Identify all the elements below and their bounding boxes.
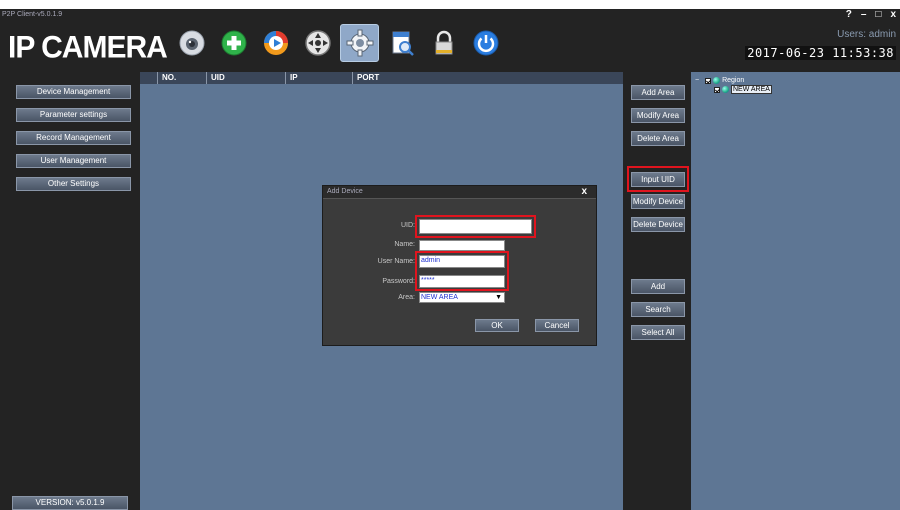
file-search-icon bbox=[392, 31, 414, 56]
uid-highlight bbox=[415, 215, 536, 238]
app-logo: IP CAMERA bbox=[8, 30, 168, 65]
area-select-value: NEW AREA bbox=[421, 294, 458, 301]
ok-button[interactable]: OK bbox=[475, 319, 519, 332]
sidebar: Device Management Parameter settings Rec… bbox=[0, 72, 140, 510]
playback-button[interactable] bbox=[256, 24, 295, 62]
uid-label: UID: bbox=[401, 222, 415, 229]
current-user-label: Users: admin bbox=[837, 29, 896, 40]
new-area-checkbox[interactable] bbox=[714, 86, 720, 93]
sidebar-item-device-management[interactable]: Device Management bbox=[16, 85, 131, 99]
name-field[interactable] bbox=[419, 240, 505, 251]
title-bar: P2P Client-v5.0.1.9 ? – □ x bbox=[0, 9, 900, 23]
camera-button[interactable] bbox=[172, 24, 211, 62]
area-select[interactable]: NEW AREA ▼ bbox=[419, 292, 505, 303]
playback-icon bbox=[263, 31, 288, 55]
power-button[interactable] bbox=[466, 24, 505, 62]
tree-node-region[interactable]: − Region bbox=[695, 77, 744, 84]
collapse-icon[interactable]: − bbox=[695, 77, 699, 84]
name-label: Name: bbox=[394, 241, 415, 248]
password-label: Password: bbox=[382, 278, 415, 285]
dialog-close-icon[interactable]: x bbox=[581, 186, 587, 197]
power-icon bbox=[473, 30, 498, 56]
region-label: Region bbox=[722, 77, 745, 84]
delete-area-button[interactable]: Delete Area bbox=[631, 131, 685, 146]
version-label: VERSION: v5.0.1.9 bbox=[12, 496, 128, 510]
add-device-icon bbox=[221, 30, 246, 56]
area-label: Area: bbox=[398, 294, 415, 301]
column-uid[interactable]: UID bbox=[206, 72, 285, 84]
region-checkbox[interactable] bbox=[705, 77, 712, 84]
sidebar-item-parameter-settings[interactable]: Parameter settings bbox=[16, 108, 131, 122]
cancel-button[interactable]: Cancel bbox=[535, 319, 579, 332]
region-tree[interactable]: − Region NEW AREA bbox=[691, 72, 900, 510]
sidebar-item-user-management[interactable]: User Management bbox=[16, 154, 131, 168]
globe-icon bbox=[722, 86, 729, 93]
file-search-button[interactable] bbox=[382, 24, 421, 62]
sidebar-item-other-settings[interactable]: Other Settings bbox=[16, 177, 131, 191]
globe-icon bbox=[713, 77, 721, 84]
settings-button[interactable] bbox=[340, 24, 379, 62]
search-button[interactable]: Search bbox=[631, 302, 685, 317]
settings-gear-icon bbox=[346, 29, 373, 57]
delete-device-button[interactable]: Delete Device bbox=[631, 217, 685, 232]
lock-button[interactable] bbox=[424, 24, 463, 62]
maximize-button[interactable]: □ bbox=[875, 9, 881, 20]
add-button[interactable]: Add bbox=[631, 279, 685, 294]
add-device-dialog: Add Device x UID: Name: User Name: admin… bbox=[322, 185, 597, 346]
input-uid-highlight bbox=[627, 166, 689, 192]
window-title: P2P Client-v5.0.1.9 bbox=[2, 11, 63, 18]
new-area-label: NEW AREA bbox=[731, 85, 772, 94]
select-all-button[interactable]: Select All bbox=[631, 325, 685, 340]
username-label: User Name: bbox=[377, 258, 415, 265]
ptz-control-button[interactable] bbox=[298, 24, 337, 62]
lock-icon bbox=[435, 30, 452, 55]
column-port[interactable]: PORT bbox=[352, 72, 623, 84]
close-button[interactable]: x bbox=[890, 9, 896, 20]
ptz-control-icon bbox=[304, 30, 331, 56]
dialog-title: Add Device bbox=[327, 188, 363, 195]
add-area-button[interactable]: Add Area bbox=[631, 85, 685, 100]
modify-area-button[interactable]: Modify Area bbox=[631, 108, 685, 123]
dialog-title-bar[interactable]: Add Device x bbox=[323, 186, 596, 199]
modify-device-button[interactable]: Modify Device bbox=[631, 194, 685, 209]
tree-node-new-area[interactable]: NEW AREA bbox=[714, 85, 772, 94]
column-spacer bbox=[140, 72, 157, 84]
add-device-button[interactable] bbox=[214, 24, 253, 62]
window-controls: ? – □ x bbox=[846, 9, 896, 20]
credentials-highlight bbox=[415, 251, 509, 291]
action-panel: Add Area Modify Area Delete Area Input U… bbox=[626, 72, 690, 510]
column-ip[interactable]: IP bbox=[285, 72, 352, 84]
column-no[interactable]: NO. bbox=[157, 72, 206, 84]
minimize-button[interactable]: – bbox=[861, 9, 867, 20]
main-toolbar bbox=[172, 24, 505, 62]
sidebar-item-record-management[interactable]: Record Management bbox=[16, 131, 131, 145]
camera-icon bbox=[179, 30, 204, 56]
dropdown-arrow-icon: ▼ bbox=[495, 294, 502, 301]
clock: 2017-06-23 11:53:38 bbox=[745, 46, 896, 60]
help-button[interactable]: ? bbox=[846, 9, 852, 20]
table-header: NO. UID IP PORT bbox=[140, 72, 623, 84]
